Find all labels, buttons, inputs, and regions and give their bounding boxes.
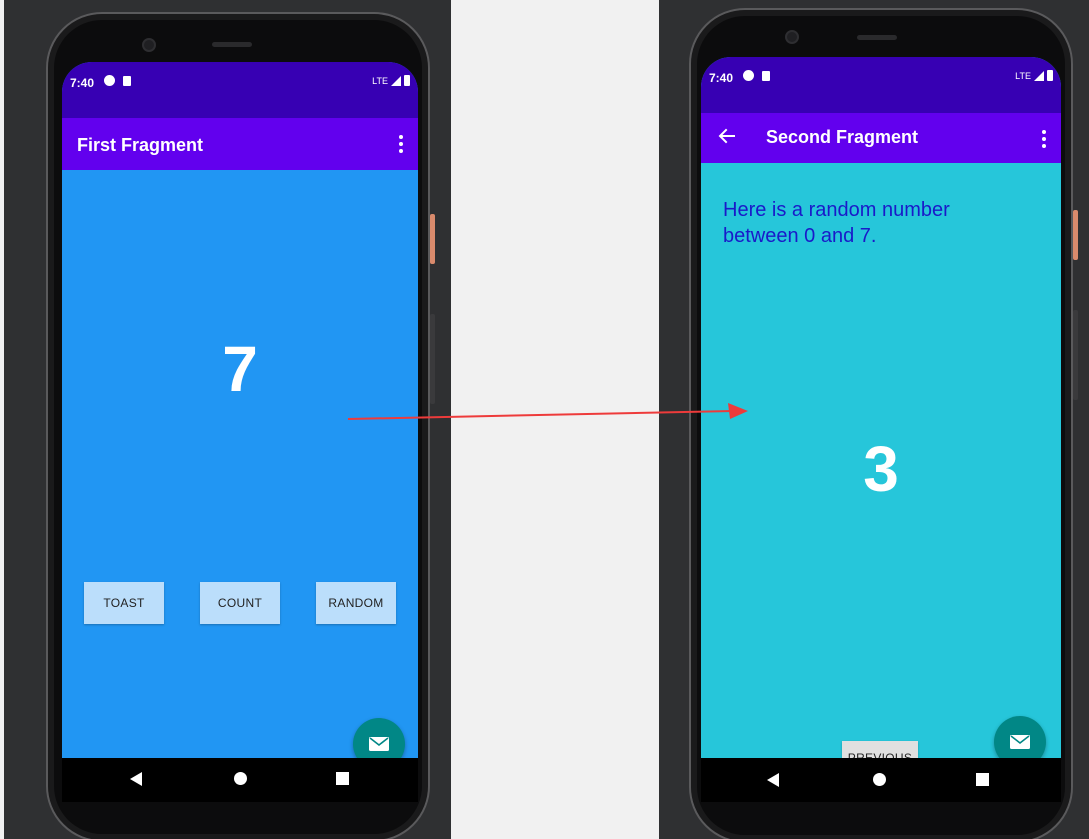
- sd-card-icon: [762, 70, 770, 81]
- right-screen: 7:40 LTE Second Fragment Here is a rando…: [701, 57, 1061, 802]
- sd-card-icon: [123, 75, 131, 86]
- app-bar: Second Fragment: [701, 113, 1061, 163]
- status-time: 7:40: [70, 76, 95, 90]
- front-camera-icon: [785, 30, 799, 44]
- arrow-back-icon[interactable]: [715, 124, 739, 148]
- toast-button[interactable]: TOAST: [84, 582, 164, 624]
- nav-recents-icon[interactable]: [976, 773, 989, 786]
- network-type: LTE: [1015, 70, 1031, 81]
- random-button[interactable]: RANDOM: [316, 582, 396, 624]
- overflow-menu-icon[interactable]: [1042, 130, 1046, 148]
- earpiece-speaker: [857, 35, 897, 40]
- page-title: First Fragment: [77, 135, 204, 155]
- notification-icon: [104, 75, 115, 86]
- random-description-label: Here is a random number between 0 and 7.: [723, 199, 950, 247]
- system-nav-bar: [62, 758, 418, 802]
- left-emulator-panel: 7:40 LTE First Fragment 7 TOAST COUNT RA…: [4, 0, 451, 839]
- signal-icon: [1034, 70, 1044, 81]
- power-button[interactable]: [430, 214, 435, 264]
- nav-home-icon[interactable]: [873, 773, 886, 786]
- right-emulator-panel: 7:40 LTE Second Fragment Here is a rando…: [659, 0, 1089, 839]
- status-bar: 7:40 LTE: [62, 62, 418, 118]
- signal-icon: [391, 75, 401, 86]
- count-value: 7: [222, 333, 258, 405]
- volume-button[interactable]: [430, 314, 435, 404]
- power-button[interactable]: [1073, 210, 1078, 260]
- count-button[interactable]: COUNT: [200, 582, 280, 624]
- left-screen: 7:40 LTE First Fragment 7 TOAST COUNT RA…: [62, 62, 418, 802]
- notification-icon: [743, 70, 754, 81]
- battery-icon: [1047, 70, 1053, 81]
- stage: 7:40 LTE First Fragment 7 TOAST COUNT RA…: [0, 0, 1089, 839]
- mail-icon: [1010, 735, 1030, 749]
- volume-button[interactable]: [1073, 310, 1078, 400]
- mail-icon: [369, 737, 389, 751]
- earpiece-speaker: [212, 42, 252, 47]
- status-bar: 7:40 LTE: [701, 57, 1061, 113]
- app-bar: First Fragment: [62, 118, 418, 170]
- nav-back-icon[interactable]: [767, 773, 779, 787]
- right-phone-frame: 7:40 LTE Second Fragment Here is a rando…: [689, 8, 1078, 839]
- nav-back-icon[interactable]: [130, 772, 142, 786]
- overflow-menu-icon[interactable]: [399, 135, 403, 153]
- nav-recents-icon[interactable]: [336, 772, 349, 785]
- battery-icon: [404, 75, 410, 86]
- nav-home-icon[interactable]: [234, 772, 247, 785]
- front-camera-icon: [142, 38, 156, 52]
- page-title: Second Fragment: [766, 127, 919, 147]
- system-nav-bar: [701, 758, 1061, 802]
- network-type: LTE: [372, 75, 388, 86]
- random-value: 3: [863, 433, 899, 505]
- left-phone-frame: 7:40 LTE First Fragment 7 TOAST COUNT RA…: [46, 12, 435, 839]
- status-time: 7:40: [709, 71, 734, 85]
